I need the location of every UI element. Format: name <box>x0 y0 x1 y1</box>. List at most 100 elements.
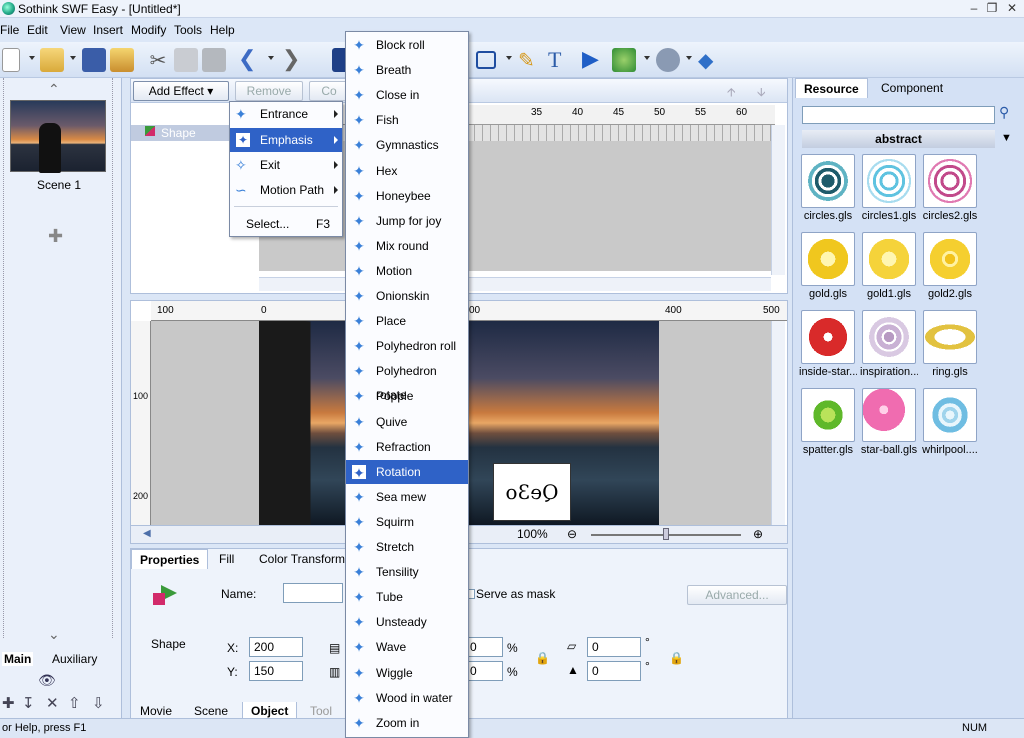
resource-item[interactable]: circles.gls <box>799 154 857 222</box>
emphasis-item-tensility[interactable]: ✦ Tensility <box>346 560 468 584</box>
name-field[interactable] <box>283 583 343 603</box>
menu-view[interactable]: View <box>60 23 86 37</box>
emphasis-item-gymnastics[interactable]: ✦ Gymnastics <box>346 133 468 157</box>
tab-main[interactable]: Main <box>2 652 34 666</box>
advanced-button[interactable]: Advanced... <box>687 585 787 605</box>
refresh-icon[interactable] <box>612 48 636 72</box>
close-icon[interactable]: ✕ <box>1004 1 1020 16</box>
eye-icon[interactable]: 👁 <box>38 672 56 689</box>
new-file-icon[interactable] <box>2 48 20 72</box>
menu-item-entrance[interactable]: ✦ Entrance <box>230 102 342 126</box>
delete-icon[interactable]: ✕ <box>46 694 59 712</box>
emphasis-item-block-roll[interactable]: ✦ Block roll <box>346 33 468 57</box>
menu-item-motion-path[interactable]: ∽ Motion Path <box>230 178 342 202</box>
co-button[interactable]: Co <box>309 81 349 101</box>
y-field[interactable]: 150 <box>249 661 303 681</box>
scroll-left-icon[interactable]: ◀ <box>143 528 151 539</box>
open-folder-icon[interactable] <box>40 48 64 72</box>
emphasis-item-quive[interactable]: ✦ Quive <box>346 410 468 434</box>
timeline-vscroll[interactable] <box>771 125 785 275</box>
tab-properties[interactable]: Properties <box>131 549 209 569</box>
resource-item[interactable]: circles2.gls <box>921 154 979 222</box>
resource-item[interactable]: star-ball.gls <box>860 388 918 456</box>
cut-icon[interactable]: ✂ <box>146 48 170 72</box>
emphasis-item-polyhedron-rotate[interactable]: ✦ Polyhedron rotate <box>346 359 468 402</box>
add-icon[interactable]: ✚ <box>2 694 15 712</box>
skew-h-field[interactable]: 0 <box>587 637 641 657</box>
tab-component[interactable]: Component <box>873 78 951 98</box>
scene-thumbnail[interactable] <box>10 100 106 173</box>
chevron-down-icon[interactable]: ▼ <box>1001 132 1012 144</box>
resource-item[interactable]: ring.gls <box>921 310 979 378</box>
tab-resource[interactable]: Resource <box>795 78 868 98</box>
resource-item[interactable]: whirlpool.... <box>921 388 979 456</box>
import-icon[interactable]: ↧ <box>22 694 35 712</box>
redo-icon[interactable]: ❯ <box>282 48 306 72</box>
emphasis-item-honeybee[interactable]: ✦ Honeybee <box>346 184 468 208</box>
pencil-tool-icon[interactable]: ✎ <box>518 48 542 72</box>
remove-button[interactable]: Remove <box>235 81 303 101</box>
emphasis-item-polyhedron-roll[interactable]: ✦ Polyhedron roll <box>346 334 468 358</box>
emphasis-item-breath[interactable]: ✦ Breath <box>346 58 468 82</box>
resource-item[interactable]: gold.gls <box>799 232 857 300</box>
lock-icon[interactable]: 🔒 <box>535 651 550 665</box>
tab-auxiliary[interactable]: Auxiliary <box>52 652 97 666</box>
resource-item[interactable]: circles1.gls <box>860 154 918 222</box>
emphasis-item-popple[interactable]: ✦ Popple <box>346 384 468 408</box>
menu-edit[interactable]: Edit <box>27 23 48 37</box>
emphasis-item-fish[interactable]: ✦ Fish <box>346 108 468 132</box>
emphasis-item-hex[interactable]: ✦ Hex <box>346 159 468 183</box>
scale-w-field[interactable]: 0 <box>465 637 503 657</box>
help-diamond-icon[interactable]: ◆ <box>698 48 722 72</box>
emphasis-item-wood-in-water[interactable]: ✦ Wood in water <box>346 686 468 710</box>
emphasis-item-squirm[interactable]: ✦ Squirm <box>346 510 468 534</box>
rectangle-tool-icon[interactable] <box>476 51 496 69</box>
emphasis-item-refraction[interactable]: ✦ Refraction <box>346 435 468 459</box>
scroll-down-icon[interactable]: ⌄ <box>48 626 60 643</box>
resource-item[interactable]: inspiration.... <box>860 310 918 378</box>
emphasis-item-wave[interactable]: ✦ Wave <box>346 635 468 659</box>
menu-modify[interactable]: Modify <box>131 23 166 37</box>
category-dropdown[interactable]: abstract <box>802 130 995 148</box>
emphasis-item-unsteady[interactable]: ✦ Unsteady <box>346 610 468 634</box>
menu-tools[interactable]: Tools <box>174 23 202 37</box>
zoom-slider-thumb[interactable] <box>663 528 669 540</box>
add-scene-icon[interactable]: ✚ <box>48 226 63 247</box>
save-icon[interactable] <box>82 48 106 72</box>
emphasis-item-sea-mew[interactable]: ✦ Sea mew <box>346 485 468 509</box>
resource-item[interactable]: inside-star... <box>799 310 857 378</box>
tab-color-transform[interactable]: Color Transform <box>251 549 353 569</box>
search-icon[interactable]: ⚲ <box>999 104 1009 121</box>
menu-item-select[interactable]: Select... F3 <box>230 212 342 236</box>
restore-icon[interactable]: ❐ <box>984 1 1000 16</box>
menu-item-emphasis[interactable]: ✦ Emphasis <box>230 128 342 152</box>
up-arrow-icon[interactable]: 🡩 <box>727 83 736 104</box>
down-arrow-icon[interactable]: 🡫 <box>757 83 766 104</box>
emphasis-item-jump-for-joy[interactable]: ✦ Jump for joy <box>346 209 468 233</box>
resource-item[interactable]: gold1.gls <box>860 232 918 300</box>
resource-search-input[interactable] <box>802 106 995 124</box>
emphasis-item-rotation[interactable]: ✦ Rotation <box>346 459 468 484</box>
emphasis-item-close-in[interactable]: ✦ Close in <box>346 83 468 107</box>
zoom-in-icon[interactable]: ⊕ <box>753 527 763 541</box>
move-down-icon[interactable]: ⇩ <box>92 694 105 712</box>
stage-vscroll[interactable] <box>771 321 785 525</box>
resource-item[interactable]: spatter.gls <box>799 388 857 456</box>
menu-insert[interactable]: Insert <box>93 23 123 37</box>
add-effect-button[interactable]: Add Effect ▾ <box>133 81 229 101</box>
undo-icon[interactable]: ❮ <box>238 48 262 72</box>
emphasis-item-wiggle[interactable]: ✦ Wiggle <box>346 661 468 685</box>
paste-icon[interactable] <box>202 48 226 72</box>
play-icon[interactable]: ▶ <box>582 48 606 72</box>
tab-fill[interactable]: Fill <box>211 549 242 569</box>
emphasis-item-tube[interactable]: ✦ Tube <box>346 585 468 609</box>
menu-item-exit[interactable]: ✧ Exit <box>230 153 342 177</box>
minimize-icon[interactable]: – <box>966 1 982 16</box>
x-field[interactable]: 200 <box>249 637 303 657</box>
emphasis-item-zoom-in[interactable]: ✦ Zoom in <box>346 711 468 735</box>
skew-v-field[interactable]: 0 <box>587 661 641 681</box>
menu-file[interactable]: File <box>0 23 19 37</box>
resource-item[interactable]: gold2.gls <box>921 232 979 300</box>
emphasis-item-onionskin[interactable]: ✦ Onionskin <box>346 284 468 308</box>
publish-icon[interactable] <box>656 48 680 72</box>
